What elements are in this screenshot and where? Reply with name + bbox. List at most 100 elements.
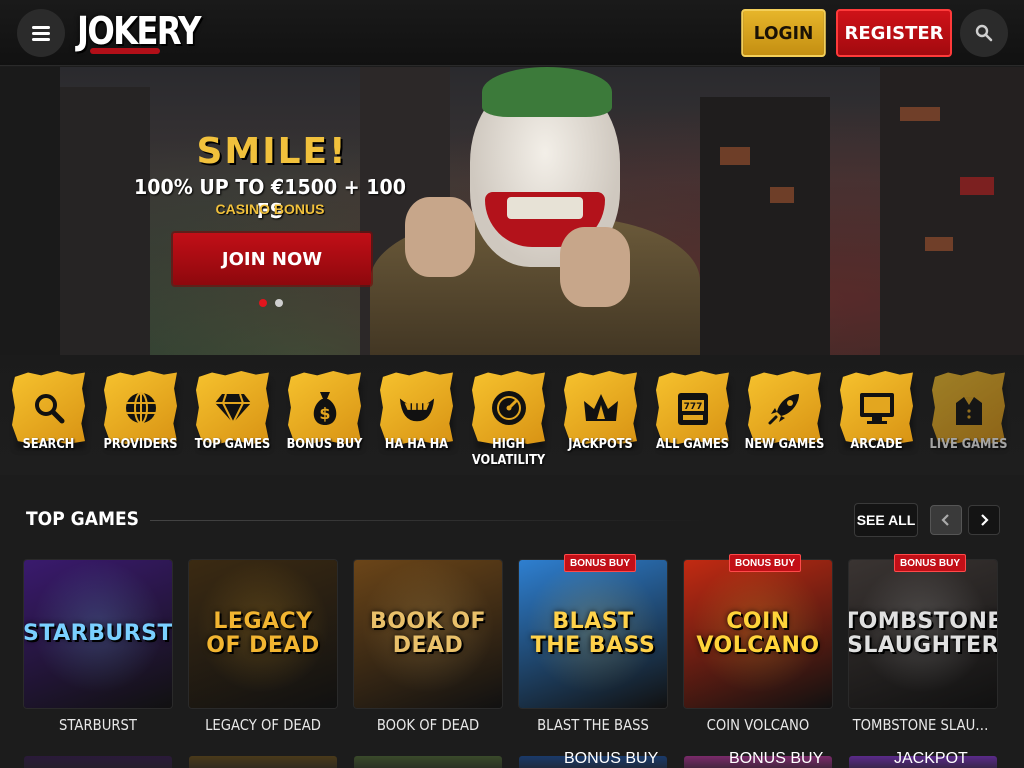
category-label: HIGH VOLATILITY: [471, 437, 546, 468]
logo-splash: [90, 48, 160, 54]
game-art: BOOK OF DEAD: [354, 560, 502, 708]
category-label: HA HA HA: [384, 437, 449, 452]
search-icon: [30, 389, 68, 427]
menu-button[interactable]: [17, 9, 65, 57]
game-art: LEGACY OF DEAD: [189, 560, 337, 708]
dial-icon: [490, 389, 528, 427]
register-button[interactable]: REGISTER: [836, 9, 952, 57]
search-button[interactable]: [960, 9, 1008, 57]
game-card-row2[interactable]: [24, 756, 172, 768]
join-now-button[interactable]: JOIN NOW: [173, 233, 371, 285]
game-card-row2[interactable]: [354, 756, 502, 768]
site-header: JOKERY LOGIN REGISTER: [0, 0, 1024, 66]
game-name[interactable]: LEGACY OF DEAD: [193, 716, 334, 734]
category-label: BONUS BUY: [286, 437, 363, 452]
category-live-games[interactable]: LIVE GAMES: [930, 355, 1007, 475]
category-label: NEW GAMES: [744, 437, 825, 452]
monitor-icon: [858, 389, 896, 427]
window-light: [720, 147, 750, 165]
category-label: ALL GAMES: [655, 437, 730, 452]
jackpot-badge: JACKPOT: [894, 750, 968, 767]
next-button[interactable]: [968, 505, 1000, 535]
prev-button[interactable]: [930, 505, 962, 535]
category-all-games[interactable]: 777 ALL GAMES: [656, 355, 729, 475]
window-light: [960, 177, 994, 195]
game-art-title: BLAST THE BASS: [530, 609, 656, 658]
game-art-title: STARBURST: [24, 621, 172, 646]
slot-machine-icon: 777: [674, 389, 712, 427]
section-title-top-games: TOP GAMES: [26, 508, 139, 530]
category-new-games[interactable]: NEW GAMES: [745, 355, 824, 475]
section-divider: [150, 520, 710, 521]
bonus-buy-badge: BONUS BUY: [729, 554, 802, 572]
game-art-title: BOOK OF DEAD: [369, 609, 487, 658]
category-ha-ha-ha[interactable]: HA HA HA: [380, 355, 453, 475]
window-light: [925, 237, 953, 251]
category-label: SEARCH: [22, 437, 75, 452]
game-thumbnail[interactable]: LEGACY OF DEAD: [189, 560, 337, 708]
game-name[interactable]: TOMBSTONE SLAUGH...: [853, 716, 994, 734]
bonus-buy-badge: BONUS BUY: [564, 750, 659, 767]
building: [0, 67, 60, 355]
chevron-left-icon: [941, 514, 949, 526]
joker-teeth: [507, 197, 583, 219]
svg-text:$: $: [319, 404, 330, 423]
game-name[interactable]: STARBURST: [28, 716, 169, 734]
game-thumbnail[interactable]: COIN VOLCANO: [684, 560, 832, 708]
crown-icon: [582, 389, 620, 427]
category-jackpots[interactable]: JACKPOTS: [564, 355, 637, 475]
category-arcade[interactable]: ARCADE: [840, 355, 913, 475]
category-high-volatility[interactable]: HIGH VOLATILITY: [472, 355, 545, 475]
game-art: TOMBSTONE SLAUGHTER: [849, 560, 997, 708]
category-label: PROVIDERS: [103, 437, 178, 452]
search-icon: [975, 24, 993, 42]
game-art-title: COIN VOLCANO: [696, 609, 820, 658]
window-light: [900, 107, 940, 121]
dealer-icon: [950, 389, 988, 427]
carousel-dot-2[interactable]: [275, 299, 283, 307]
chevron-right-icon: [981, 514, 989, 526]
category-label: JACKPOTS: [568, 437, 633, 452]
hero-banner[interactable]: SMILE! 100% UP TO €1500 + 100 FS CASINO …: [0, 67, 1024, 355]
bonus-buy-badge: BONUS BUY: [729, 750, 824, 767]
game-name[interactable]: BLAST THE BASS: [523, 716, 664, 734]
hero-subtitle: CASINO BONUS: [215, 201, 325, 217]
game-art: STARBURST: [24, 560, 172, 708]
category-label: ARCADE: [850, 437, 903, 452]
category-label: TOP GAMES: [194, 437, 271, 452]
carousel-dots: [259, 299, 283, 307]
joker-hair: [482, 67, 612, 117]
category-top-games[interactable]: TOP GAMES: [195, 355, 270, 475]
game-name[interactable]: BOOK OF DEAD: [358, 716, 499, 734]
money-bag-icon: $: [306, 389, 344, 427]
game-name[interactable]: COIN VOLCANO: [688, 716, 829, 734]
game-thumbnail[interactable]: BLAST THE BASS: [519, 560, 667, 708]
category-search[interactable]: SEARCH: [12, 355, 85, 475]
game-art-title: LEGACY OF DEAD: [206, 609, 320, 658]
game-art: BLAST THE BASS: [519, 560, 667, 708]
carousel-dot-1[interactable]: [259, 299, 267, 307]
window-light: [770, 187, 794, 203]
top-games-grid: STARBURST STARBURST LEGACY OF DEAD LEGACY O…: [24, 554, 1004, 768]
category-strip: SEARCH PROVIDERS TOP GAMES $ BONUS BUY HA HA …: [0, 355, 1024, 475]
game-thumbnail[interactable]: STARBURST: [24, 560, 172, 708]
category-bonus-buy[interactable]: $ BONUS BUY: [287, 355, 362, 475]
joker-hand: [560, 227, 630, 307]
game-card-row2[interactable]: [189, 756, 337, 768]
login-button[interactable]: LOGIN: [741, 9, 826, 57]
bonus-buy-badge: BONUS BUY: [894, 554, 967, 572]
game-thumbnail[interactable]: BOOK OF DEAD: [354, 560, 502, 708]
category-label: LIVE GAMES: [929, 437, 1008, 452]
hamburger-icon: [32, 23, 50, 44]
see-all-button[interactable]: SEE ALL: [854, 503, 918, 537]
bonus-buy-badge: BONUS BUY: [564, 554, 637, 572]
hero-title: SMILE!: [196, 131, 348, 172]
game-art: COIN VOLCANO: [684, 560, 832, 708]
category-providers[interactable]: PROVIDERS: [103, 355, 178, 475]
grin-icon: [398, 389, 436, 427]
rocket-icon: [766, 389, 804, 427]
game-art-title: TOMBSTONE SLAUGHTER: [849, 609, 997, 658]
game-thumbnail[interactable]: TOMBSTONE SLAUGHTER: [849, 560, 997, 708]
building: [700, 97, 830, 355]
svg-text:777: 777: [684, 402, 703, 412]
